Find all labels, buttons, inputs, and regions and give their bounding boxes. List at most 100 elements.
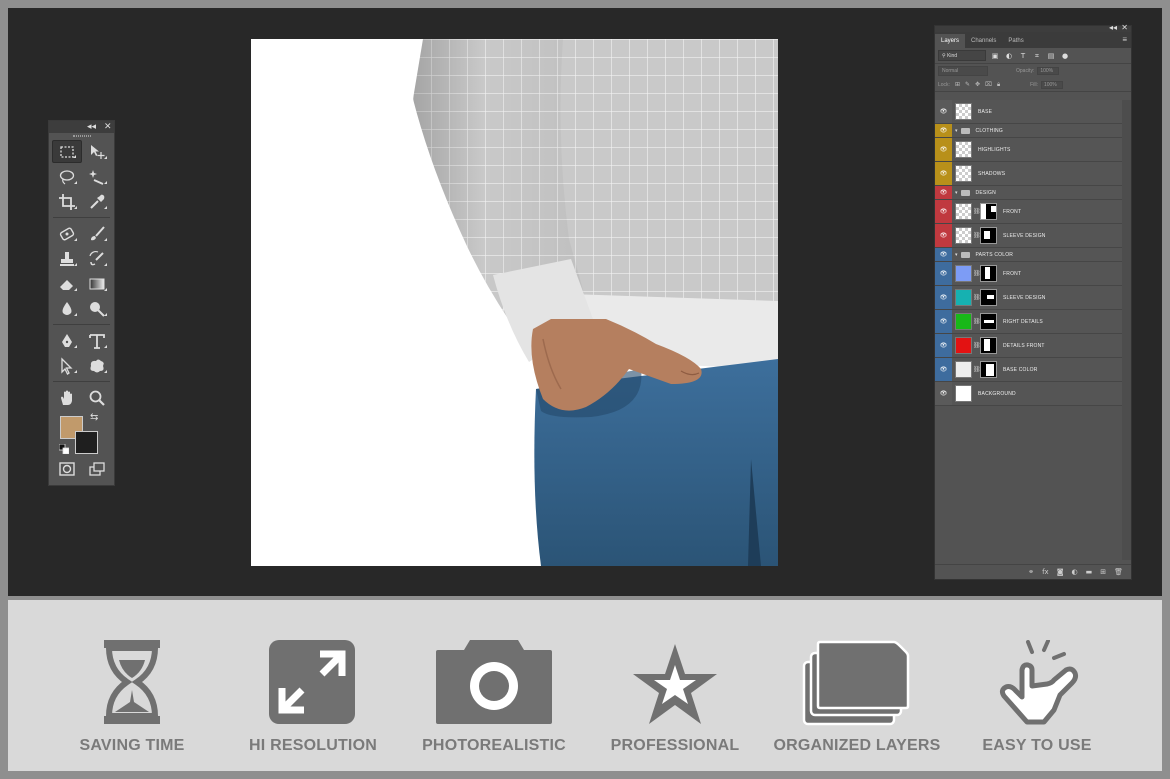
fx-icon[interactable]: fx <box>1042 568 1049 576</box>
tab-channels[interactable]: Channels <box>965 34 1002 48</box>
move-tool-icon[interactable] <box>82 140 112 163</box>
visibility-eye-icon[interactable]: 👁︎ <box>935 358 952 381</box>
mask-link-icon[interactable]: ⛓︎ <box>973 342 981 349</box>
tab-layers[interactable]: Layers <box>935 34 966 48</box>
lock-position-icon[interactable]: ✥ <box>975 81 980 88</box>
layer-mask-thumbnail[interactable] <box>980 289 997 306</box>
new-layer-icon[interactable]: ⊞ <box>1100 568 1106 576</box>
shape-filter-icon[interactable]: ⌗ <box>1032 51 1042 61</box>
visibility-eye-icon[interactable]: 👁︎ <box>935 334 952 357</box>
visibility-eye-icon[interactable]: 👁︎ <box>935 382 952 405</box>
mask-link-icon[interactable]: ⛓︎ <box>973 270 981 277</box>
pen-tool-icon[interactable] <box>52 329 82 352</box>
visibility-eye-icon[interactable]: 👁︎ <box>935 124 952 137</box>
visibility-eye-icon[interactable]: 👁︎ <box>935 262 952 285</box>
adjustment-filter-icon[interactable]: ◐ <box>1004 51 1014 61</box>
layer-row[interactable]: 👁︎ ⛓︎ DETAILS FRONT <box>935 334 1123 358</box>
mask-link-icon[interactable]: ⛓︎ <box>973 318 981 325</box>
visibility-eye-icon[interactable]: 👁︎ <box>935 138 952 161</box>
close-icon[interactable]: ✕ <box>104 121 112 133</box>
rectangular-marquee-tool-icon[interactable] <box>52 140 82 163</box>
layer-mask-thumbnail[interactable] <box>980 361 997 378</box>
layer-row[interactable]: 👁︎ ⛓︎ FRONT <box>935 200 1123 224</box>
expand-caret-icon[interactable]: ▾ <box>955 190 958 196</box>
lock-transparent-icon[interactable]: ⊞ <box>955 81 960 88</box>
magic-wand-tool-icon[interactable] <box>82 165 112 188</box>
visibility-eye-icon[interactable]: 👁︎ <box>935 200 952 223</box>
default-colors-icon[interactable] <box>59 444 69 454</box>
layer-group-row[interactable]: 👁︎ ▾ DESIGN <box>935 186 1123 200</box>
visibility-eye-icon[interactable]: 👁︎ <box>935 186 952 199</box>
clone-stamp-tool-icon[interactable] <box>52 247 82 270</box>
mask-link-icon[interactable]: ⛓︎ <box>973 366 981 373</box>
expand-caret-icon[interactable]: ▾ <box>955 252 958 258</box>
layers-scrollbar[interactable] <box>1122 100 1131 560</box>
new-group-icon[interactable]: ▬ <box>1086 568 1093 576</box>
adjustment-layer-icon[interactable]: ◐ <box>1072 568 1078 576</box>
lock-artboard-icon[interactable]: ⌧ <box>985 81 992 88</box>
visibility-eye-icon[interactable]: 👁︎ <box>935 310 952 333</box>
layer-row[interactable]: 👁︎ ⛓︎ BASE COLOR <box>935 358 1123 382</box>
layer-mask-thumbnail[interactable] <box>980 337 997 354</box>
layer-mask-thumbnail[interactable] <box>980 313 997 330</box>
delete-layer-icon[interactable]: 🗑︎ <box>1114 568 1123 576</box>
history-brush-tool-icon[interactable] <box>82 247 112 270</box>
path-selection-tool-icon[interactable] <box>52 354 82 377</box>
layer-mask-thumbnail[interactable] <box>980 227 997 244</box>
brush-tool-icon[interactable] <box>82 222 112 245</box>
layer-row[interactable]: 👁︎ BACKGROUND <box>935 382 1123 406</box>
blend-mode-select[interactable]: Normal <box>938 66 988 76</box>
collapse-icon[interactable]: ◂◂ <box>1109 23 1117 32</box>
panel-menu-icon[interactable]: ≡ <box>1122 35 1127 44</box>
pixel-filter-icon[interactable]: ▣ <box>990 51 1000 61</box>
mask-link-icon[interactable]: ⛓︎ <box>973 294 981 301</box>
zoom-tool-icon[interactable] <box>82 386 112 409</box>
collapse-icon[interactable]: ◂◂ <box>87 121 96 133</box>
background-color-swatch[interactable] <box>75 431 98 454</box>
lock-all-icon[interactable]: 🔒︎ <box>997 81 1000 89</box>
document-canvas[interactable] <box>251 39 778 566</box>
tools-panel-titlebar[interactable]: ◂◂ ✕ <box>49 121 114 133</box>
layer-group-row[interactable]: 👁︎ ▾ PARTS COLOR <box>935 248 1123 262</box>
quick-mask-icon[interactable] <box>52 457 82 480</box>
custom-shape-tool-icon[interactable] <box>82 354 112 377</box>
gradient-tool-icon[interactable] <box>82 272 112 295</box>
layer-row[interactable]: 👁︎ BASE <box>935 100 1123 124</box>
eraser-tool-icon[interactable] <box>52 272 82 295</box>
layer-row[interactable]: 👁︎ ⛓︎ SLEEVE DESIGN <box>935 286 1123 310</box>
lasso-tool-icon[interactable] <box>52 165 82 188</box>
layer-mask-thumbnail[interactable] <box>980 265 997 282</box>
type-filter-icon[interactable]: T <box>1018 51 1028 61</box>
fill-field[interactable]: 100% <box>1040 80 1063 89</box>
screen-mode-icon[interactable] <box>82 457 112 480</box>
filter-toggle-icon[interactable]: ● <box>1060 51 1070 61</box>
add-mask-icon[interactable]: ◙ <box>1057 568 1064 576</box>
mask-link-icon[interactable]: ⛓︎ <box>973 208 981 215</box>
layer-row[interactable]: 👁︎ SHADOWS <box>935 162 1123 186</box>
dodge-tool-icon[interactable] <box>82 297 112 320</box>
layer-group-row[interactable]: 👁︎ ▾ CLOTHING <box>935 124 1123 138</box>
spot-healing-brush-tool-icon[interactable] <box>52 222 82 245</box>
layer-mask-thumbnail[interactable] <box>980 203 997 220</box>
visibility-eye-icon[interactable]: 👁︎ <box>935 248 952 261</box>
visibility-eye-icon[interactable]: 👁︎ <box>935 100 952 123</box>
visibility-eye-icon[interactable]: 👁︎ <box>935 224 952 247</box>
mask-link-icon[interactable]: ⛓︎ <box>973 232 981 239</box>
smart-object-filter-icon[interactable]: ▤ <box>1046 51 1056 61</box>
visibility-eye-icon[interactable]: 👁︎ <box>935 162 952 185</box>
type-tool-icon[interactable] <box>82 329 112 352</box>
close-icon[interactable]: ✕ <box>1121 23 1128 32</box>
crop-tool-icon[interactable] <box>52 190 82 213</box>
hand-tool-icon[interactable] <box>52 386 82 409</box>
layer-row[interactable]: 👁︎ HIGHLIGHTS <box>935 138 1123 162</box>
tab-paths[interactable]: Paths <box>1002 34 1029 48</box>
swap-colors-icon[interactable]: ⇆ <box>90 412 98 423</box>
eyedropper-tool-icon[interactable] <box>82 190 112 213</box>
blur-tool-icon[interactable] <box>52 297 82 320</box>
link-layers-icon[interactable]: ⚭ <box>1028 568 1034 576</box>
layer-row[interactable]: 👁︎ ⛓︎ FRONT <box>935 262 1123 286</box>
lock-pixels-icon[interactable]: ✎ <box>965 81 970 88</box>
opacity-field[interactable]: 100% <box>1037 67 1060 75</box>
filter-kind-select[interactable]: ⚲ Kind <box>938 50 986 61</box>
layer-row[interactable]: 👁︎ ⛓︎ RIGHT DETAILS <box>935 310 1123 334</box>
